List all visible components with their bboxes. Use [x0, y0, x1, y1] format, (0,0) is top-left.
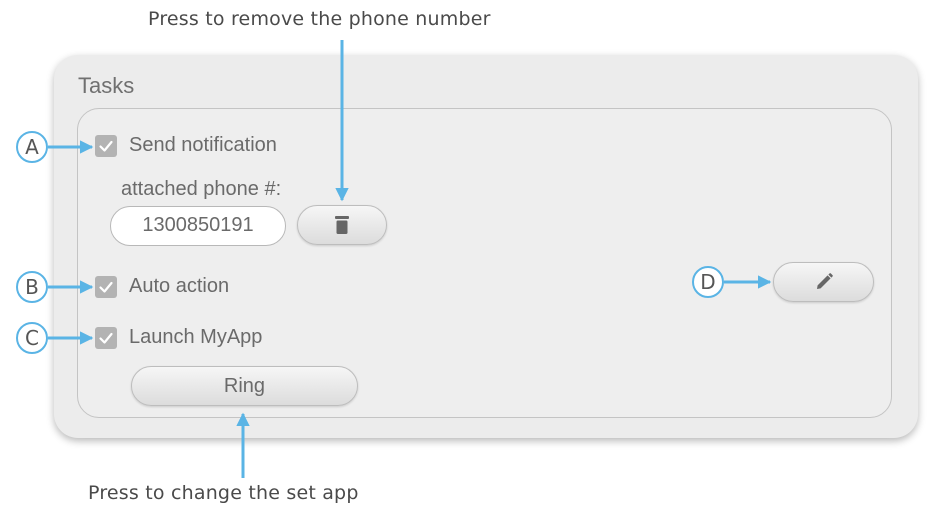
- auto-action-row[interactable]: Auto action: [95, 275, 229, 298]
- attached-phone-label: attached phone #:: [121, 178, 282, 200]
- trash-icon: [335, 216, 349, 234]
- launch-app-checkbox[interactable]: [95, 326, 117, 349]
- auto-action-checkbox[interactable]: [95, 275, 117, 298]
- launch-app-row[interactable]: Launch MyApp: [95, 326, 262, 349]
- marker-a: A: [16, 131, 48, 163]
- marker-d: D: [692, 266, 724, 298]
- auto-action-label: Auto action: [129, 275, 230, 297]
- marker-b: B: [16, 271, 48, 303]
- send-notification-label: Send notification: [129, 134, 277, 156]
- delete-phone-button[interactable]: [297, 205, 387, 245]
- checkmark-icon: [99, 281, 113, 293]
- ring-app-button[interactable]: Ring: [131, 366, 358, 406]
- caption-remove-phone: Press to remove the phone number: [148, 8, 491, 30]
- marker-c: C: [16, 322, 48, 354]
- edit-button[interactable]: [773, 262, 874, 302]
- send-notification-checkbox[interactable]: [95, 134, 117, 157]
- launch-app-label: Launch MyApp: [129, 326, 263, 348]
- panel-title: Tasks: [78, 73, 135, 98]
- checkmark-icon: [99, 140, 113, 152]
- checkmark-icon: [99, 332, 113, 344]
- pencil-icon: [816, 273, 833, 289]
- send-notification-row[interactable]: Send notification: [95, 134, 277, 157]
- phone-number-field[interactable]: 1300850191: [110, 206, 286, 246]
- caption-change-app: Press to change the set app: [88, 482, 359, 504]
